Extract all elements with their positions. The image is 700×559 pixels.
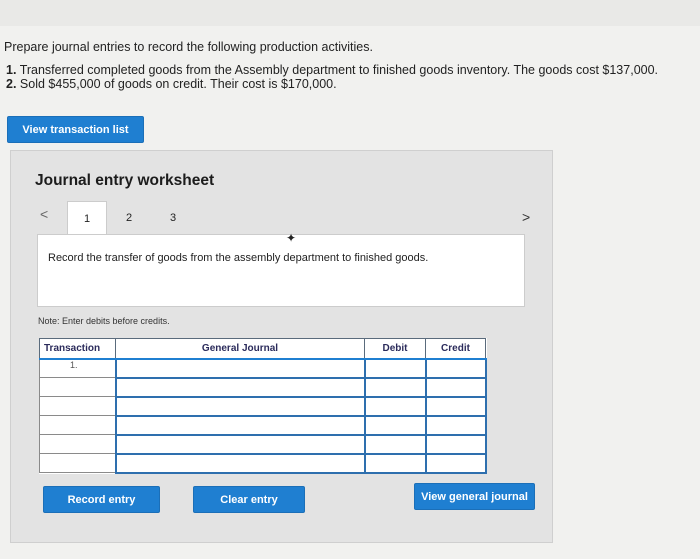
account-input[interactable] <box>114 452 366 474</box>
header-transaction: Transaction <box>39 338 116 360</box>
view-transaction-list-button[interactable]: View transaction list <box>7 116 144 143</box>
debit-input[interactable] <box>363 433 427 455</box>
chevron-left-icon[interactable]: < <box>40 206 48 222</box>
top-bar <box>0 0 700 26</box>
header-credit: Credit <box>425 338 486 360</box>
journal-table: Transaction General Journal Debit Credit… <box>39 338 487 474</box>
worksheet-title: Journal entry worksheet <box>35 172 215 189</box>
debit-input[interactable] <box>363 376 427 398</box>
record-entry-button[interactable]: Record entry <box>43 486 160 513</box>
account-input[interactable] <box>114 414 366 436</box>
table-row <box>39 395 487 417</box>
transaction-cell: 1. <box>39 358 116 378</box>
account-input[interactable] <box>114 433 366 455</box>
debit-input[interactable] <box>363 357 427 379</box>
clear-entry-button[interactable]: Clear entry <box>193 486 305 513</box>
transaction-cell <box>39 377 116 397</box>
credit-input[interactable] <box>424 357 487 379</box>
entry-description: Record the transfer of goods from the as… <box>48 252 429 264</box>
cursor-icon: ✦ <box>286 231 297 245</box>
account-input[interactable] <box>114 357 366 379</box>
journal-entry-worksheet: Journal entry worksheet < 1 2 3 > ✦ Reco… <box>10 150 553 543</box>
entry-description-box: ✦ Record the transfer of goods from the … <box>37 231 525 307</box>
credit-input[interactable] <box>424 414 487 436</box>
debit-input[interactable] <box>363 414 427 436</box>
transaction-cell <box>39 453 116 473</box>
tab-2[interactable]: 2 <box>109 201 149 234</box>
note-text: Note: Enter debits before credits. <box>38 316 170 326</box>
account-input[interactable] <box>114 395 366 417</box>
table-header-row: Transaction General Journal Debit Credit <box>39 338 486 360</box>
activity-list: 1. Transferred completed goods from the … <box>6 63 658 91</box>
activity-item: 2. Sold $455,000 of goods on credit. The… <box>6 77 337 91</box>
table-row <box>39 433 487 455</box>
account-input[interactable] <box>114 376 366 398</box>
instructions: Prepare journal entries to record the fo… <box>4 40 373 54</box>
table-row: 1. <box>39 357 487 379</box>
table-row <box>39 452 487 474</box>
table-row <box>39 414 487 436</box>
transaction-cell <box>39 434 116 454</box>
tab-1[interactable]: 1 <box>67 201 107 235</box>
credit-input[interactable] <box>424 433 487 455</box>
credit-input[interactable] <box>424 376 487 398</box>
tab-3[interactable]: 3 <box>153 201 193 234</box>
header-debit: Debit <box>364 338 426 360</box>
chevron-right-icon[interactable]: > <box>522 209 530 225</box>
view-general-journal-button[interactable]: View general journal <box>414 483 535 510</box>
table-row <box>39 376 487 398</box>
credit-input[interactable] <box>424 452 487 474</box>
debit-input[interactable] <box>363 452 427 474</box>
transaction-cell <box>39 415 116 435</box>
transaction-cell <box>39 396 116 416</box>
header-general-journal: General Journal <box>115 338 365 360</box>
credit-input[interactable] <box>424 395 487 417</box>
debit-input[interactable] <box>363 395 427 417</box>
activity-item: 1. Transferred completed goods from the … <box>6 63 659 77</box>
